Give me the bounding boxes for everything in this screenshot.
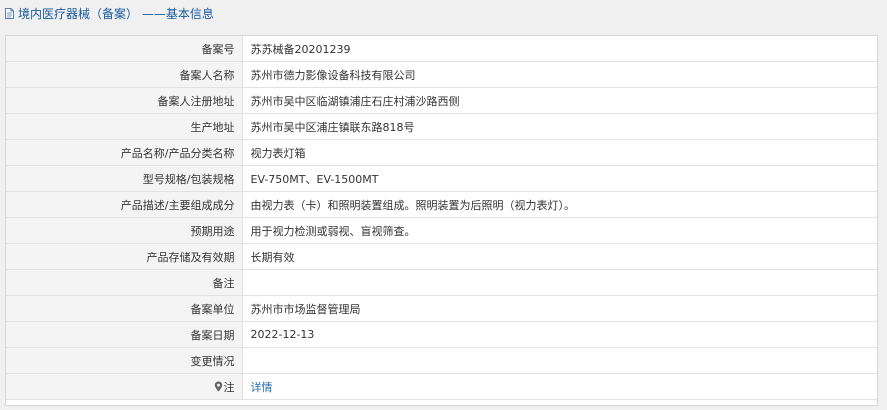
page-title: 境内医疗器械（备案） ——基本信息 — [18, 6, 214, 21]
table-row: 产品描述/主要组成成分 由视力表（卡）和照明装置组成。照明装置为后照明（视力表灯… — [6, 191, 877, 218]
row-label: 备案日期 — [6, 321, 243, 348]
row-label: 备案人名称 — [6, 61, 243, 88]
table-row: 型号规格/包装规格 EV-750MT、EV-1500MT — [6, 165, 877, 192]
row-label: 预期用途 — [6, 217, 243, 244]
note-label: 注 — [223, 380, 235, 394]
row-label: 产品名称/产品分类名称 — [6, 139, 243, 166]
row-label: 产品存储及有效期 — [6, 243, 243, 270]
row-value: 苏苏械备20201239 — [241, 36, 877, 62]
info-table: 备案号 苏苏械备20201239 备案人名称 苏州市德力影像设备科技有限公司 备… — [6, 36, 877, 400]
row-value: 苏州市吴中区浦庄镇联东路818号 — [241, 113, 877, 140]
table-row: 备注 — [6, 269, 877, 296]
row-label: 备案人注册地址 — [6, 87, 243, 114]
row-value — [241, 347, 877, 374]
table-row: 备案单位 苏州市市场监督管理局 — [6, 295, 877, 322]
table-row: 生产地址 苏州市吴中区浦庄镇联东路818号 — [6, 113, 877, 140]
row-label: 备案单位 — [6, 295, 243, 322]
note-label-cell: 注 — [6, 373, 243, 400]
info-panel: 备案号 苏苏械备20201239 备案人名称 苏州市德力影像设备科技有限公司 备… — [5, 35, 878, 406]
document-icon — [5, 7, 14, 19]
note-value-cell: 详情 — [241, 373, 877, 400]
table-row: 预期用途 用于视力检测或弱视、盲视筛查。 — [6, 217, 877, 244]
details-link[interactable]: 详情 — [251, 381, 273, 394]
row-value: 长期有效 — [241, 243, 877, 270]
row-value: 2022-12-13 — [241, 321, 877, 348]
table-row: 变更情况 — [6, 347, 877, 374]
row-label: 生产地址 — [6, 113, 243, 140]
location-pin-icon — [214, 381, 222, 391]
table-row: 备案人注册地址 苏州市吴中区临湖镇浦庄石庄村浦沙路西侧 — [6, 87, 877, 114]
row-value: 苏州市市场监督管理局 — [241, 295, 877, 322]
table-row: 产品存储及有效期 长期有效 — [6, 243, 877, 270]
table-row: 产品名称/产品分类名称 视力表灯箱 — [6, 139, 877, 166]
row-value: 用于视力检测或弱视、盲视筛查。 — [241, 217, 877, 244]
table-row: 备案日期 2022-12-13 — [6, 321, 877, 348]
row-value: 视力表灯箱 — [241, 139, 877, 166]
page-header: 境内医疗器械（备案） ——基本信息 — [0, 0, 887, 26]
row-label: 变更情况 — [6, 347, 243, 374]
table-row: 备案人名称 苏州市德力影像设备科技有限公司 — [6, 61, 877, 88]
row-label: 备案号 — [6, 36, 243, 62]
row-label: 型号规格/包装规格 — [6, 165, 243, 192]
row-value: 苏州市吴中区临湖镇浦庄石庄村浦沙路西侧 — [241, 87, 877, 114]
row-label: 产品描述/主要组成成分 — [6, 191, 243, 218]
row-label: 备注 — [6, 269, 243, 296]
note-row: 注 详情 — [6, 373, 877, 400]
row-value: 由视力表（卡）和照明装置组成。照明装置为后照明（视力表灯）。 — [241, 191, 877, 218]
row-value — [241, 269, 877, 296]
table-row: 备案号 苏苏械备20201239 — [6, 36, 877, 62]
row-value: EV-750MT、EV-1500MT — [241, 165, 877, 192]
row-value: 苏州市德力影像设备科技有限公司 — [241, 61, 877, 88]
